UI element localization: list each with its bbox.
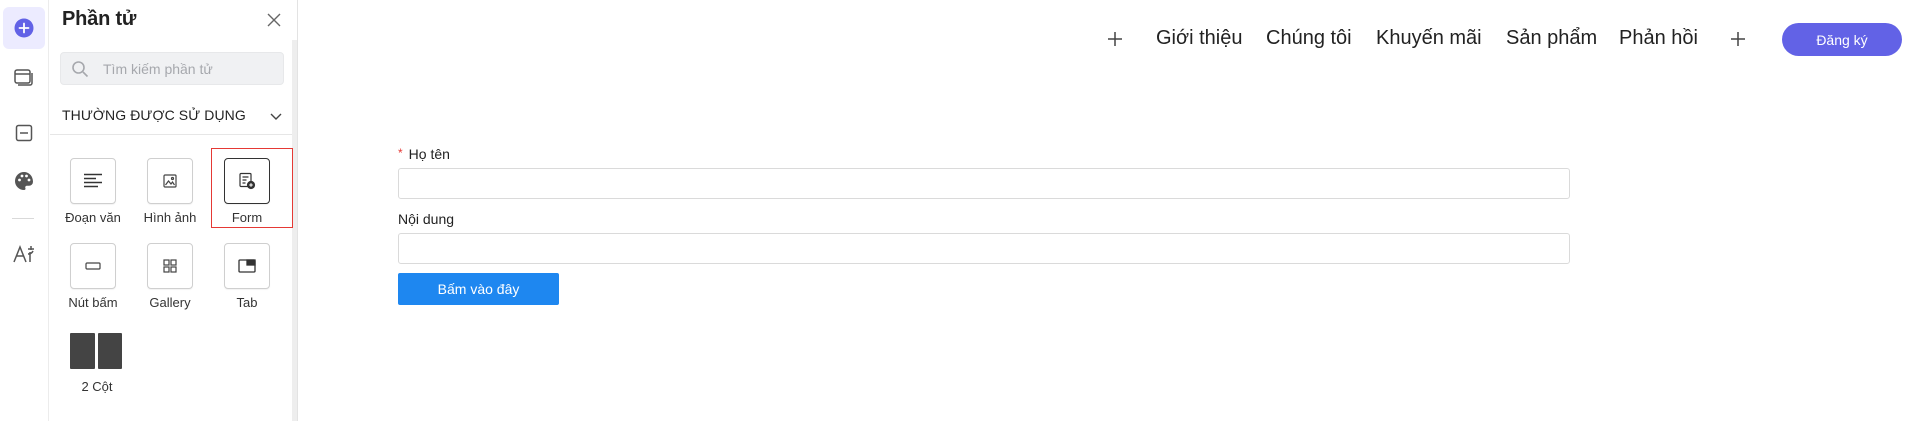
two-column-icon <box>70 333 122 369</box>
nav-link-promotions[interactable]: Khuyến mãi <box>1376 27 1482 50</box>
panel-scrollbar[interactable] <box>292 40 297 421</box>
tab-tile <box>224 243 270 289</box>
nav-link-products[interactable]: Sản phẩm <box>1506 27 1597 50</box>
name-field-label: * Họ tên <box>398 146 450 162</box>
tile-label: Gallery <box>149 295 191 310</box>
section-frequently-used[interactable]: THƯỜNG ĐƯỢC SỬ DỤNG <box>50 100 293 134</box>
paragraph-tile <box>70 158 116 204</box>
element-gallery[interactable]: Gallery <box>137 243 203 315</box>
image-icon <box>163 174 177 188</box>
required-mark: * <box>398 146 403 160</box>
gallery-tile <box>147 243 193 289</box>
name-input[interactable] <box>398 168 1570 199</box>
signup-button[interactable]: Đăng ký <box>1782 23 1902 56</box>
element-two-column[interactable]: 2 Cột <box>50 333 122 405</box>
panel-title: Phần tử <box>62 8 137 30</box>
content-input[interactable] <box>398 233 1570 264</box>
close-panel-button[interactable] <box>264 10 284 30</box>
layers-button[interactable] <box>3 56 45 98</box>
nav-link-us[interactable]: Chúng tôi <box>1266 27 1352 50</box>
gallery-icon <box>163 259 177 273</box>
element-search <box>60 52 284 85</box>
section-title: THƯỜNG ĐƯỢC SỬ DỤNG <box>62 107 246 123</box>
tile-label: Đoạn văn <box>65 210 121 225</box>
section-icon <box>15 124 33 142</box>
image-tile <box>147 158 193 204</box>
layers-icon <box>14 69 33 86</box>
chevron-down-icon <box>270 113 282 120</box>
element-button[interactable]: Nút bấm <box>60 243 126 315</box>
submit-button[interactable]: Bấm vào đây <box>398 273 559 305</box>
element-tab[interactable]: Tab <box>214 243 280 315</box>
tab-icon <box>238 259 256 273</box>
plus-icon <box>1108 32 1122 46</box>
add-circle-icon <box>14 18 34 38</box>
selection-highlight <box>211 148 293 228</box>
element-paragraph[interactable]: Đoạn văn <box>60 158 126 230</box>
name-label-text: Họ tên <box>408 146 450 162</box>
tile-label: 2 Cột <box>81 379 113 394</box>
typography-button[interactable] <box>3 233 45 275</box>
search-input[interactable] <box>101 53 281 84</box>
add-nav-item-left-button[interactable] <box>1106 30 1124 48</box>
sections-button[interactable] <box>3 112 45 154</box>
theme-button[interactable] <box>3 160 45 202</box>
nav-link-feedback[interactable]: Phản hồi <box>1619 27 1698 50</box>
element-image[interactable]: Hình ảnh <box>137 158 203 230</box>
tile-label: Tab <box>236 295 258 310</box>
rail-divider <box>12 218 34 219</box>
tile-label: Nút bấm <box>68 295 118 310</box>
tile-label: Hình ảnh <box>143 210 197 225</box>
plus-icon <box>1731 32 1745 46</box>
search-icon <box>72 61 89 78</box>
section-divider <box>50 134 293 135</box>
add-element-button[interactable] <box>3 7 45 49</box>
add-nav-item-right-button[interactable] <box>1729 30 1747 48</box>
nav-link-about[interactable]: Giới thiệu <box>1156 27 1242 50</box>
icon-rail <box>0 0 49 421</box>
palette-icon <box>15 172 33 190</box>
paragraph-icon <box>84 173 102 188</box>
button-icon <box>85 262 101 270</box>
content-field-label: Nội dung <box>398 211 455 227</box>
close-icon <box>267 13 281 27</box>
button-tile <box>70 243 116 289</box>
typography-icon <box>13 244 34 263</box>
